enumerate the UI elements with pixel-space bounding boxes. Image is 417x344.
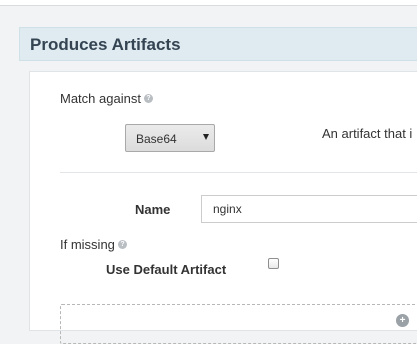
name-input[interactable] — [201, 195, 417, 223]
help-icon[interactable]: ? — [118, 240, 127, 249]
help-icon[interactable]: ? — [144, 94, 153, 103]
name-label: Name — [135, 202, 171, 217]
select-value: Base64 — [136, 132, 177, 146]
add-circle-icon[interactable]: + — [396, 314, 409, 327]
match-against-select[interactable]: Base64 — [125, 124, 215, 152]
caret-down-icon — [203, 134, 209, 140]
match-against-label: Match against — [60, 91, 141, 106]
section-title: Produces Artifacts — [30, 35, 181, 54]
add-artifact-area[interactable]: + — [60, 304, 417, 344]
use-default-artifact-label: Use Default Artifact — [106, 262, 227, 277]
use-default-artifact-checkbox[interactable] — [268, 258, 279, 269]
divider — [60, 172, 417, 173]
match-against-description: An artifact that i — [322, 126, 413, 141]
if-missing-label: If missing — [60, 237, 115, 252]
section-header: Produces Artifacts — [19, 27, 417, 61]
previous-section-panel — [0, 0, 417, 6]
